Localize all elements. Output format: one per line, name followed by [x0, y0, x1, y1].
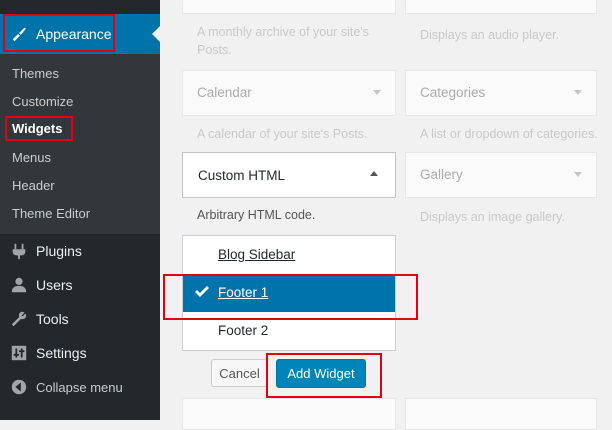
submenu-item-header[interactable]: Header	[12, 178, 55, 193]
widget-audio-description: Displays an audio player.	[420, 28, 559, 42]
menu-label-settings: Settings	[36, 345, 87, 361]
chevron-up-icon[interactable]	[370, 171, 378, 176]
menu-label-plugins: Plugins	[36, 243, 82, 259]
users-icon	[11, 277, 27, 293]
widget-next-right[interactable]	[405, 398, 597, 430]
widget-categories-description: A list or dropdown of categories.	[420, 127, 598, 141]
sidebar-option-footer-1[interactable]: Footer 1	[183, 274, 395, 312]
chevron-down-icon	[373, 90, 381, 95]
sidebar-option-label: Blog Sidebar	[218, 247, 296, 262]
widget-custom-html-description: Arbitrary HTML code.	[197, 208, 316, 222]
checkmark-icon	[195, 286, 209, 297]
submenu-item-menus[interactable]: Menus	[12, 150, 51, 165]
menu-label-users: Users	[36, 277, 73, 293]
widget-custom-html[interactable]: Custom HTML	[182, 152, 396, 198]
collapse-menu-label: Collapse menu	[36, 380, 123, 395]
widget-categories-title: Categories	[420, 85, 486, 100]
sidebar-option-label: Footer 1	[218, 285, 269, 300]
widget-gallery-title: Gallery	[420, 167, 463, 182]
widget-gallery-description: Displays an image gallery.	[420, 210, 565, 224]
sidebar-option-blog-sidebar[interactable]: Blog Sidebar	[183, 236, 395, 274]
menu-item-appearance[interactable]: Appearance	[0, 14, 160, 54]
widget-archives-description: A monthly archive of your site's Posts.	[197, 25, 369, 57]
sidebar-option-label: Footer 2	[218, 323, 269, 338]
widget-calendar-description: A calendar of your site's Posts.	[197, 127, 368, 141]
submenu-item-themes[interactable]: Themes	[12, 66, 59, 81]
collapse-arrow-icon	[11, 379, 27, 395]
menu-label-tools: Tools	[36, 311, 69, 327]
widget-archives-header[interactable]	[182, 0, 396, 14]
sidebar-chooser-list: Blog Sidebar Footer 1 Footer 2	[182, 235, 396, 351]
collapse-menu-button[interactable]: Collapse menu	[0, 370, 160, 404]
wrench-icon	[11, 311, 27, 327]
widget-calendar-title: Calendar	[197, 85, 252, 100]
submenu-item-customize[interactable]: Customize	[12, 94, 73, 109]
submenu-item-widgets[interactable]: Widgets	[12, 121, 62, 136]
widget-audio-header[interactable]	[405, 0, 597, 14]
menu-item-plugins[interactable]: Plugins	[0, 234, 160, 268]
widget-next-left[interactable]	[182, 398, 396, 430]
sidebar-option-footer-2[interactable]: Footer 2	[183, 312, 395, 350]
paintbrush-icon	[12, 27, 26, 42]
current-menu-arrow	[152, 26, 160, 42]
appearance-submenu: Themes Customize Widgets Menus Header Th…	[0, 54, 160, 234]
chevron-down-icon	[574, 90, 582, 95]
widget-calendar[interactable]: Calendar	[182, 70, 396, 116]
plugin-icon	[12, 243, 26, 260]
widget-gallery[interactable]: Gallery	[405, 152, 597, 198]
menu-label-appearance: Appearance	[36, 26, 112, 42]
settings-icon	[11, 345, 27, 361]
admin-sidebar: Appearance Themes Customize Widgets Menu…	[0, 0, 160, 420]
menu-item-users[interactable]: Users	[0, 268, 160, 302]
submenu-item-theme-editor[interactable]: Theme Editor	[12, 206, 90, 221]
widget-categories[interactable]: Categories	[405, 70, 597, 116]
cancel-button[interactable]: Cancel	[211, 359, 268, 387]
widget-custom-html-title: Custom HTML	[198, 168, 286, 183]
menu-item-tools[interactable]: Tools	[0, 302, 160, 336]
add-widget-button[interactable]: Add Widget	[276, 359, 366, 388]
chevron-down-icon	[574, 172, 582, 177]
menu-item-settings[interactable]: Settings	[0, 336, 160, 370]
